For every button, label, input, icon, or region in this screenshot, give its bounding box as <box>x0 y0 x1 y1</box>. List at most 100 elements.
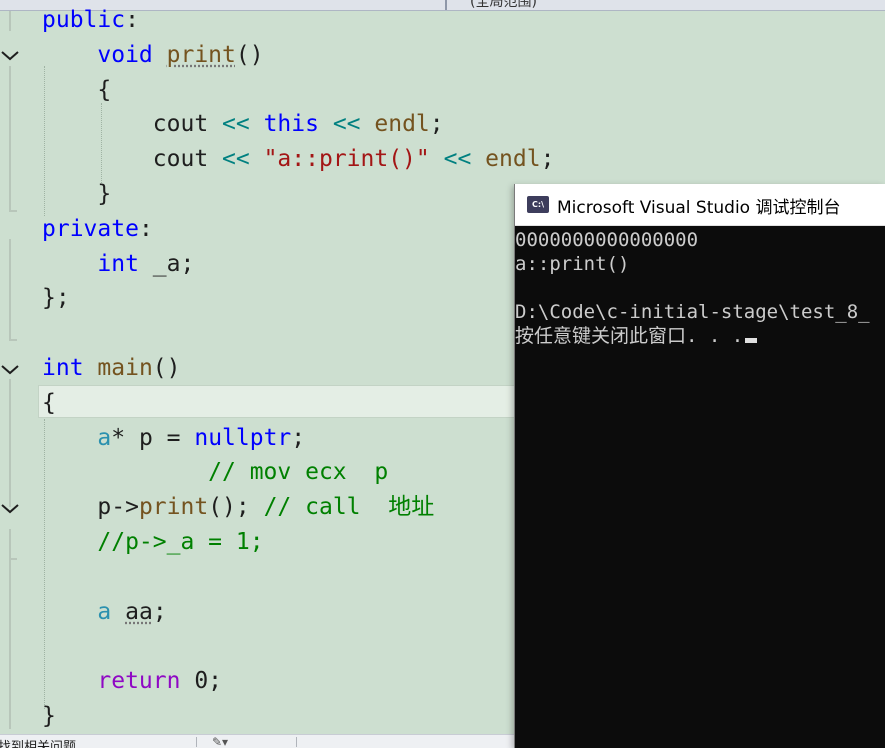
code-token: << <box>222 111 250 138</box>
status-issues-text[interactable]: 找到相关问题 <box>0 736 76 748</box>
fold-region-end <box>9 210 17 212</box>
status-separator <box>196 737 197 747</box>
console-cursor <box>745 338 758 343</box>
collapse-chevron-icon[interactable] <box>0 47 20 63</box>
code-token: } <box>42 181 112 207</box>
debug-console-window[interactable]: C:\ Microsoft Visual Studio 调试控制台 000000… <box>514 184 885 748</box>
code-line-cout-str[interactable]: cout << "a::print()" << endl; <box>42 144 555 174</box>
code-token: (); <box>208 494 264 521</box>
code-token: ; <box>540 146 555 173</box>
code-token: // call 地址 <box>263 494 435 521</box>
code-token: "a::print()" <box>263 146 430 173</box>
code-token: int <box>42 355 84 381</box>
code-token: //p->_a = 1; <box>97 529 264 555</box>
code-token: return <box>97 668 181 695</box>
code-token: () <box>235 41 264 68</box>
console-output-line: D:\Code\c-initial-stage\test_8_ <box>515 301 870 323</box>
code-line-ap-null[interactable]: a* p = nullptr; <box>42 423 305 453</box>
console-app-icon: C:\ <box>527 196 549 213</box>
console-output-line: 0000000000000000 <box>515 229 699 251</box>
code-token: }; <box>42 285 70 312</box>
collapse-chevron-icon[interactable] <box>0 361 20 377</box>
code-line-p-print[interactable]: p->print(); // call 地址 <box>42 492 434 522</box>
code-line-int-a[interactable]: int _a; <box>42 249 194 279</box>
scope-dropdown[interactable]: (全局范围) <box>470 0 537 10</box>
code-token: : <box>125 7 139 33</box>
code-token: cout <box>42 146 223 173</box>
code-line-public[interactable]: public: <box>42 5 139 35</box>
code-token: a <box>97 424 112 451</box>
console-titlebar[interactable]: C:\ Microsoft Visual Studio 调试控制台 <box>515 184 885 226</box>
code-token: print <box>138 494 209 521</box>
current-line-highlight <box>38 385 518 418</box>
code-line-private[interactable]: private: <box>42 214 153 244</box>
code-token: private <box>42 215 139 242</box>
code-token: p-> <box>42 494 139 521</box>
fold-region-end <box>9 558 17 560</box>
code-token: main <box>97 355 153 381</box>
code-token: 0; <box>180 668 223 695</box>
code-token: cout <box>42 111 223 138</box>
code-token: { <box>42 389 56 416</box>
code-line-cout-this[interactable]: cout << this << endl; <box>42 109 444 139</box>
fold-region-class-tail <box>9 239 11 341</box>
code-token: a <box>97 598 112 625</box>
code-token: int <box>97 250 139 277</box>
code-token: endl <box>485 146 541 173</box>
code-token: * p = <box>111 424 195 451</box>
console-output[interactable]: 0000000000000000 a::print() D:\Code\c-ini… <box>515 228 885 348</box>
code-line-a-aa[interactable]: a aa; <box>42 597 167 627</box>
code-line-int-main[interactable]: int main() <box>42 353 181 383</box>
console-output-line: a::print() <box>515 253 630 275</box>
code-line-return[interactable]: return 0; <box>42 666 222 696</box>
fold-region-main <box>9 379 11 507</box>
code-token: ; <box>429 111 444 138</box>
code-token: public <box>42 7 126 33</box>
collapse-chevron-icon[interactable] <box>0 500 20 516</box>
code-token: << <box>443 146 472 173</box>
code-token: << <box>222 146 250 173</box>
fold-region-class <box>9 11 11 31</box>
code-token: : <box>138 215 153 242</box>
code-line-class-end[interactable]: }; <box>42 283 70 313</box>
code-token: } <box>42 703 56 729</box>
code-line-open-brace1[interactable]: { <box>42 75 111 105</box>
code-line-open-brace2[interactable]: { <box>42 388 56 418</box>
status-separator <box>296 737 297 747</box>
code-token: << <box>332 111 361 138</box>
code-token: _a; <box>138 250 195 277</box>
code-token: ; <box>152 598 167 625</box>
code-line-close-brace1[interactable]: } <box>42 179 111 209</box>
fold-region-end <box>9 339 17 341</box>
code-token: ; <box>291 424 306 451</box>
code-token: nullptr <box>194 424 292 451</box>
console-title: Microsoft Visual Studio 调试控制台 <box>557 198 841 218</box>
code-cleanup-brush-icon[interactable]: ✎▾ <box>212 735 228 748</box>
code-line-comment-pa[interactable]: //p->_a = 1; <box>42 527 264 557</box>
console-output-line: 按任意键关闭此窗口. . . <box>515 324 885 348</box>
code-token: print <box>166 41 236 68</box>
code-line-comment-mov[interactable]: // mov ecx p <box>42 457 388 487</box>
code-line-void-print[interactable]: void print() <box>42 40 264 70</box>
code-line-close-brace2[interactable]: } <box>42 701 56 731</box>
code-token: // mov ecx p <box>208 459 389 486</box>
code-token: aa <box>125 598 153 625</box>
code-token: this <box>263 111 319 138</box>
